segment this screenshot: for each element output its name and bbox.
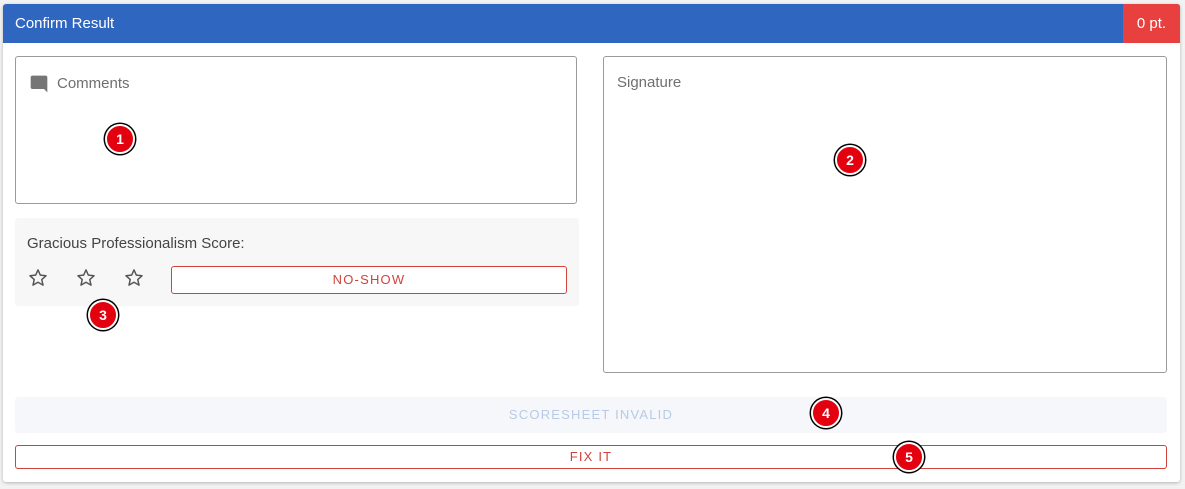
comments-field[interactable]: Comments xyxy=(15,56,577,204)
gp-score-label: Gracious Professionalism Score: xyxy=(27,235,245,252)
gracious-professionalism-panel: Gracious Professionalism Score: NO-SHOW xyxy=(15,218,579,306)
annotation-marker-1: 1 xyxy=(105,124,135,154)
card-header: Confirm Result 0 pt. xyxy=(3,4,1180,43)
card-title: Confirm Result xyxy=(15,15,115,32)
star-outline-icon[interactable] xyxy=(75,267,97,289)
fix-it-button[interactable]: FIX IT xyxy=(15,445,1167,469)
star-outline-icon[interactable] xyxy=(27,267,49,289)
comments-label: Comments xyxy=(57,75,130,92)
signature-pad[interactable]: Signature xyxy=(603,56,1167,373)
star-outline-icon[interactable] xyxy=(123,267,145,289)
scoresheet-invalid-button: SCORESHEET INVALID xyxy=(15,397,1167,433)
annotation-marker-4: 4 xyxy=(811,398,841,428)
comment-icon xyxy=(30,75,48,93)
confirm-result-card: Confirm Result 0 pt. Comments Signature … xyxy=(3,4,1180,482)
annotation-marker-5: 5 xyxy=(894,442,924,472)
points-badge: 0 pt. xyxy=(1123,4,1180,43)
signature-label: Signature xyxy=(617,74,682,91)
annotation-marker-3: 3 xyxy=(88,300,118,330)
annotation-marker-2: 2 xyxy=(835,145,865,175)
no-show-button[interactable]: NO-SHOW xyxy=(171,266,567,294)
